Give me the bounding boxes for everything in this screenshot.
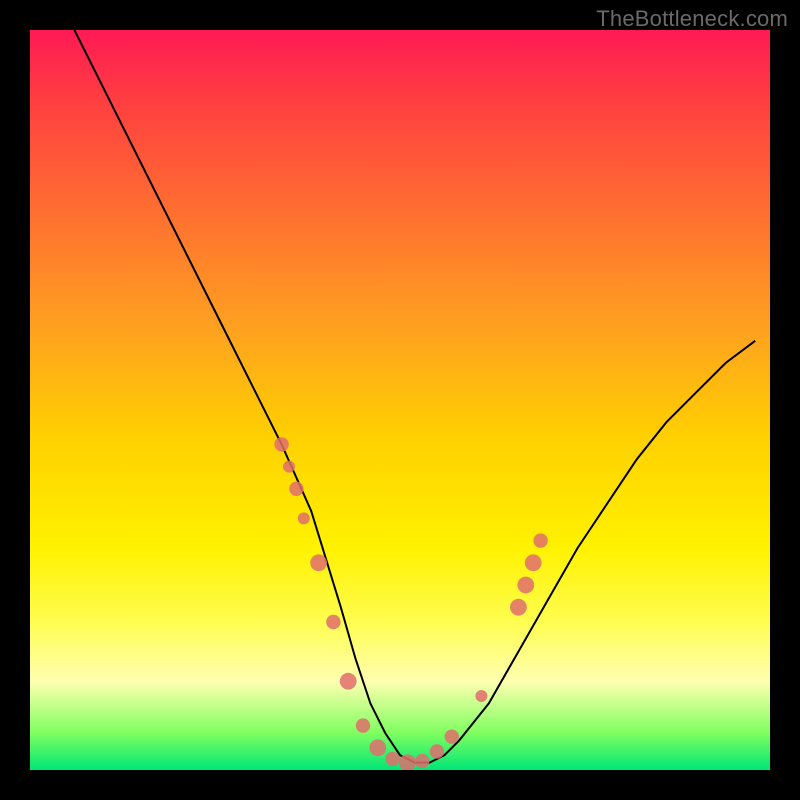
plot-area xyxy=(30,30,770,770)
highlight-dots xyxy=(274,437,547,770)
highlight-dot xyxy=(356,718,370,732)
highlight-dot xyxy=(283,461,295,473)
watermark-text: TheBottleneck.com xyxy=(596,6,788,32)
highlight-dot xyxy=(289,482,303,496)
highlight-dot xyxy=(510,599,527,616)
highlight-dot xyxy=(430,744,444,758)
highlight-dot xyxy=(298,512,310,524)
highlight-dot xyxy=(415,754,429,768)
highlight-dot xyxy=(369,739,386,756)
highlight-dot xyxy=(445,730,459,744)
highlight-dot xyxy=(274,437,288,451)
highlight-dot xyxy=(475,690,487,702)
chart-frame: TheBottleneck.com xyxy=(0,0,800,800)
highlight-dot xyxy=(517,577,534,594)
highlight-dot xyxy=(385,752,399,766)
chart-svg xyxy=(30,30,770,770)
highlight-dot xyxy=(326,615,340,629)
highlight-dot xyxy=(533,533,547,547)
highlight-dot xyxy=(525,554,542,571)
highlight-dot xyxy=(340,673,357,690)
bottleneck-curve xyxy=(74,30,755,763)
highlight-dot xyxy=(310,554,327,571)
